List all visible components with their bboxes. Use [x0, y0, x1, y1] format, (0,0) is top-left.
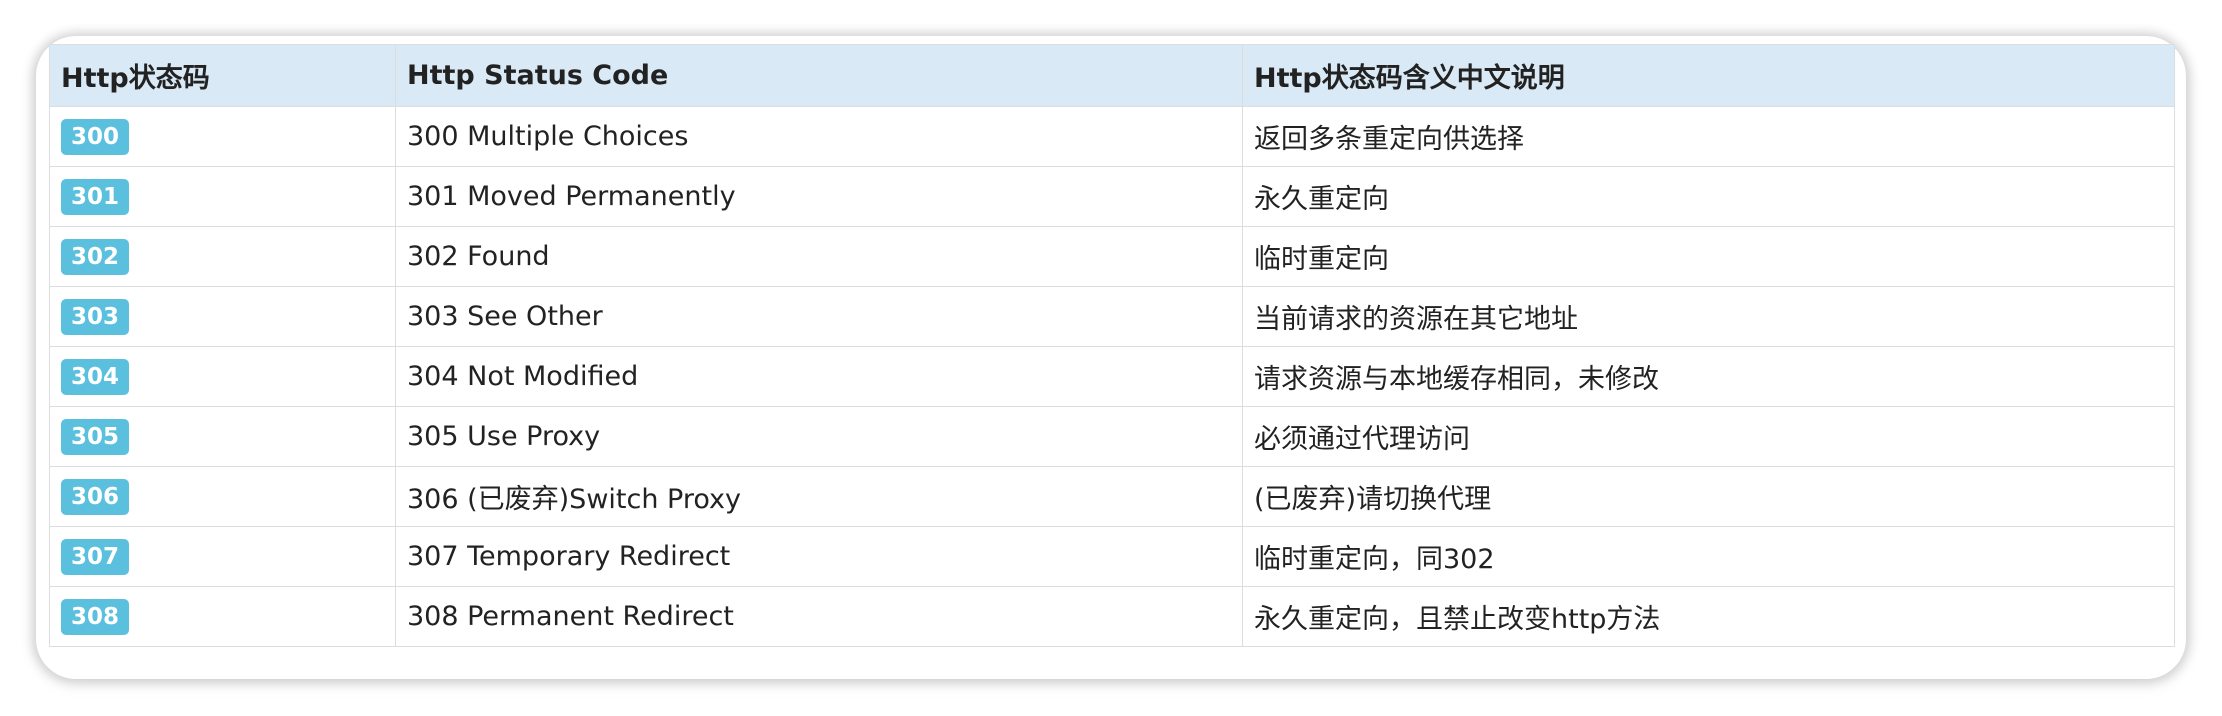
status-badge: 300	[61, 118, 130, 155]
page: Http状态码 Http Status Code Http状态码含义中文说明 3…	[0, 0, 2222, 716]
description-cell: 必须通过代理访问	[1242, 406, 2175, 467]
description-cell: 临时重定向，同302	[1242, 526, 2175, 587]
status-badge: 302	[61, 238, 130, 275]
table-row: 304 304 Not Modified 请求资源与本地缓存相同，未修改	[49, 346, 2175, 407]
status-name-cell: 305 Use Proxy	[395, 406, 1243, 467]
code-cell: 302	[49, 226, 396, 287]
status-name-cell: 300 Multiple Choices	[395, 106, 1243, 167]
code-cell: 307	[49, 526, 396, 587]
header-status-code-cn: Http状态码	[49, 44, 396, 107]
description-cell: 永久重定向	[1242, 166, 2175, 227]
status-name-cell: 303 See Other	[395, 286, 1243, 347]
table-header: Http状态码 Http Status Code Http状态码含义中文说明	[49, 44, 2175, 107]
header-row: Http状态码 Http Status Code Http状态码含义中文说明	[49, 44, 2175, 107]
code-cell: 304	[49, 346, 396, 407]
status-badge: 305	[61, 418, 130, 455]
status-name-cell: 304 Not Modified	[395, 346, 1243, 407]
table-row: 308 308 Permanent Redirect 永久重定向，且禁止改变ht…	[49, 586, 2175, 647]
status-badge: 307	[61, 538, 130, 575]
description-cell: 临时重定向	[1242, 226, 2175, 287]
table-row: 306 306 (已废弃)Switch Proxy (已废弃)请切换代理	[49, 466, 2175, 527]
table-row: 301 301 Moved Permanently 永久重定向	[49, 166, 2175, 227]
description-cell: 返回多条重定向供选择	[1242, 106, 2175, 167]
status-name-cell: 306 (已废弃)Switch Proxy	[395, 466, 1243, 527]
header-status-code-en: Http Status Code	[395, 44, 1243, 107]
table-card: Http状态码 Http Status Code Http状态码含义中文说明 3…	[36, 36, 2186, 679]
status-name-cell: 308 Permanent Redirect	[395, 586, 1243, 647]
status-name-cell: 301 Moved Permanently	[395, 166, 1243, 227]
description-cell: (已废弃)请切换代理	[1242, 466, 2175, 527]
status-badge: 304	[61, 358, 130, 395]
status-badge: 308	[61, 598, 130, 635]
header-description: Http状态码含义中文说明	[1242, 44, 2175, 107]
description-cell: 永久重定向，且禁止改变http方法	[1242, 586, 2175, 647]
code-cell: 308	[49, 586, 396, 647]
code-cell: 300	[49, 106, 396, 167]
code-cell: 305	[49, 406, 396, 467]
http-status-table: Http状态码 Http Status Code Http状态码含义中文说明 3…	[49, 44, 2175, 647]
code-cell: 301	[49, 166, 396, 227]
table-body: 300 300 Multiple Choices 返回多条重定向供选择 301 …	[49, 106, 2175, 647]
status-name-cell: 302 Found	[395, 226, 1243, 287]
table-row: 307 307 Temporary Redirect 临时重定向，同302	[49, 526, 2175, 587]
table-row: 302 302 Found 临时重定向	[49, 226, 2175, 287]
status-name-cell: 307 Temporary Redirect	[395, 526, 1243, 587]
table-row: 300 300 Multiple Choices 返回多条重定向供选择	[49, 106, 2175, 167]
code-cell: 306	[49, 466, 396, 527]
status-badge: 301	[61, 178, 130, 215]
table-row: 305 305 Use Proxy 必须通过代理访问	[49, 406, 2175, 467]
code-cell: 303	[49, 286, 396, 347]
description-cell: 当前请求的资源在其它地址	[1242, 286, 2175, 347]
status-badge: 306	[61, 478, 130, 515]
description-cell: 请求资源与本地缓存相同，未修改	[1242, 346, 2175, 407]
status-badge: 303	[61, 298, 130, 335]
table-row: 303 303 See Other 当前请求的资源在其它地址	[49, 286, 2175, 347]
